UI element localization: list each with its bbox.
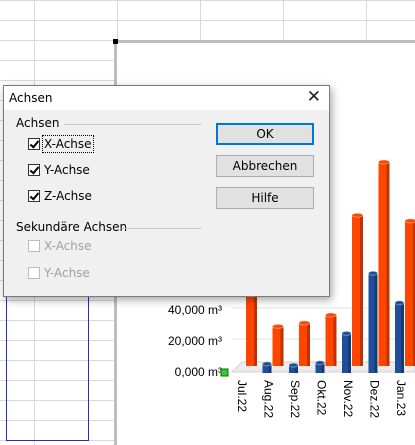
- help-button[interactable]: Hilfe: [216, 187, 314, 209]
- checkbox-secondary-x-axis-box[interactable]: [28, 240, 40, 252]
- checkbox-x-axis[interactable]: X-Achse: [28, 135, 94, 153]
- bar-series-orange: [351, 212, 364, 366]
- y-tick-label: 0,000 m³: [175, 365, 222, 379]
- checkbox-y-axis[interactable]: Y-Achse: [28, 162, 90, 178]
- x-tick-label: Okt.22: [315, 380, 329, 416]
- checkbox-secondary-y-axis[interactable]: Y-Achse: [28, 265, 90, 281]
- checkbox-secondary-x-axis[interactable]: X-Achse: [28, 238, 92, 254]
- dialog-title: Achsen: [9, 91, 53, 105]
- axis-selection-handle[interactable]: [220, 368, 229, 377]
- bar-series-blue: [262, 361, 272, 373]
- checkbox-y-axis-box[interactable]: [28, 164, 40, 176]
- bar-series-orange: [272, 323, 284, 366]
- bar-series-orange: [404, 218, 415, 366]
- x-tick-label: Jul.22: [235, 380, 249, 412]
- checkbox-secondary-y-axis-box[interactable]: [28, 267, 40, 279]
- x-tick-label: Sep.22: [288, 380, 302, 418]
- bar-series-orange: [378, 159, 390, 366]
- checkbox-secondary-y-axis-label: Y-Achse: [44, 266, 90, 280]
- x-tick-label: Nov.22: [341, 380, 355, 417]
- bar-series-blue: [368, 270, 378, 373]
- y-tick-label: 40,000 m³: [168, 303, 222, 317]
- checkbox-x-axis-box[interactable]: [28, 138, 40, 150]
- bar-series-orange: [298, 320, 311, 366]
- close-icon[interactable]: ✕: [307, 88, 321, 106]
- secondary-axes-group-label: Sekundäre Achsen: [16, 220, 128, 234]
- bar-series-blue: [341, 330, 352, 373]
- checkbox-z-axis-box[interactable]: [28, 190, 40, 202]
- axes-group-label: Achsen: [16, 116, 60, 130]
- ok-button[interactable]: OK: [216, 123, 314, 145]
- checkbox-y-axis-label: Y-Achse: [44, 163, 90, 177]
- dialog-title-bar: Achsen ✕: [4, 86, 329, 110]
- axes-dialog: Achsen ✕ Achsen X-Achse Y-Achse Z-Achse …: [3, 85, 330, 297]
- checkbox-z-axis-label: Z-Achse: [44, 189, 92, 203]
- x-tick-label: Jan.23: [394, 380, 408, 416]
- bar-series-blue: [288, 362, 299, 373]
- bar-series-blue: [394, 300, 405, 373]
- x-tick-label: Dez.22: [368, 380, 382, 418]
- y-tick-label: 20,000 m³: [168, 334, 222, 348]
- checkbox-z-axis[interactable]: Z-Achse: [28, 188, 92, 204]
- cancel-button[interactable]: Abbrechen: [216, 155, 314, 177]
- checkbox-secondary-x-axis-label: X-Achse: [44, 239, 92, 253]
- x-tick-label: Aug.22: [262, 380, 276, 418]
- bar-series-orange: [325, 312, 337, 366]
- bar-series-blue: [315, 360, 325, 373]
- axes-group-divider: [64, 124, 202, 125]
- secondary-axes-group-divider: [122, 228, 202, 229]
- checkbox-x-axis-label: X-Achse: [42, 135, 94, 153]
